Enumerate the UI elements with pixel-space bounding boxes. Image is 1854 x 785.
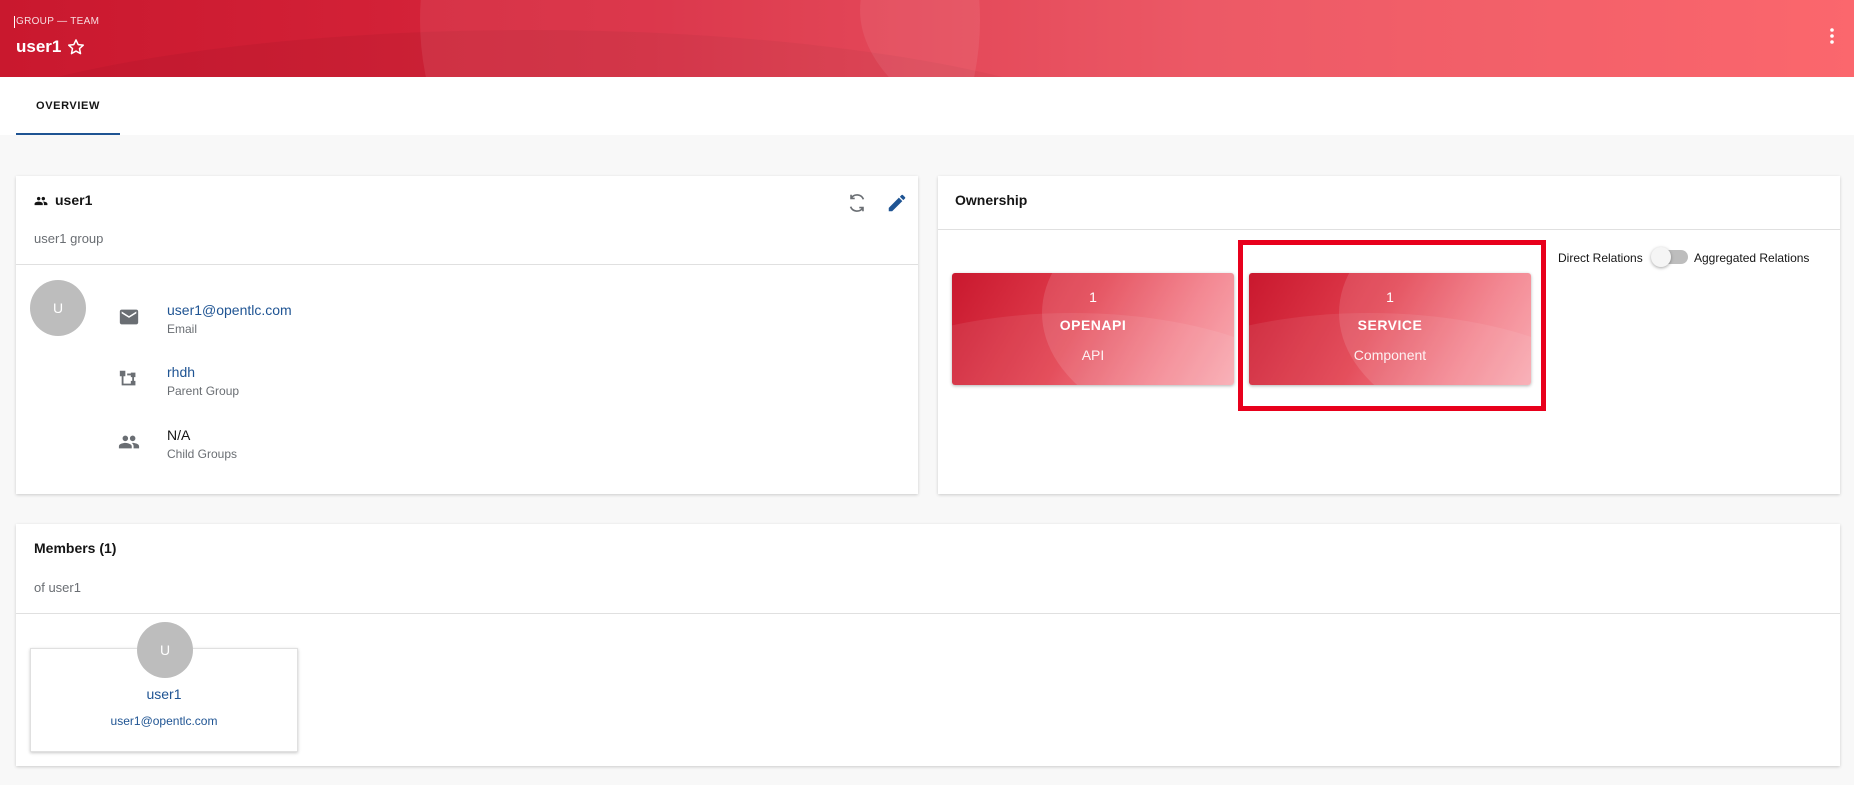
card-divider bbox=[938, 229, 1840, 230]
avatar: U bbox=[30, 280, 86, 336]
entity-kind-label: GROUP — TEAM bbox=[13, 16, 100, 28]
member-email-link[interactable]: user1@opentlc.com bbox=[30, 714, 298, 728]
page-title: user1 bbox=[16, 37, 62, 56]
card-divider bbox=[16, 264, 918, 265]
tab-bar: OVERVIEW bbox=[0, 77, 1854, 135]
direct-relations-label: Direct Relations bbox=[1558, 251, 1643, 265]
highlight-box bbox=[1238, 240, 1546, 411]
tab-overview[interactable]: OVERVIEW bbox=[16, 77, 120, 135]
ownership-kind: API bbox=[1081, 347, 1105, 363]
email-label: Email bbox=[167, 322, 198, 336]
about-card-subtitle: user1 group bbox=[34, 231, 104, 246]
about-card: user1 user1 group U user1@opentlc.com Em… bbox=[16, 176, 918, 494]
members-card-title: Members (1) bbox=[34, 540, 117, 556]
child-groups-label: Child Groups bbox=[167, 447, 238, 461]
group-icon bbox=[118, 435, 140, 449]
relations-toggle-knob[interactable] bbox=[1651, 247, 1671, 267]
card-divider bbox=[16, 613, 1840, 614]
ownership-type: OPENAPI bbox=[1059, 317, 1127, 333]
ownership-card-title: Ownership bbox=[955, 192, 1028, 208]
ownership-count: 1 bbox=[1089, 289, 1097, 305]
more-vertical-icon[interactable] bbox=[1824, 26, 1840, 46]
refresh-icon[interactable] bbox=[846, 192, 868, 214]
edit-icon[interactable] bbox=[886, 192, 908, 214]
about-card-title: user1 bbox=[55, 192, 93, 208]
hierarchy-icon bbox=[119, 370, 136, 386]
page-header: GROUP — TEAM user1 bbox=[0, 0, 1854, 77]
avatar: U bbox=[137, 622, 193, 678]
active-tab-indicator bbox=[16, 133, 120, 135]
email-icon bbox=[119, 309, 139, 325]
group-icon bbox=[34, 196, 48, 206]
parent-group-link[interactable]: rhdh bbox=[167, 364, 195, 380]
parent-group-label: Parent Group bbox=[167, 384, 240, 398]
aggregated-relations-label: Aggregated Relations bbox=[1694, 251, 1810, 265]
header-decoration bbox=[860, 0, 1854, 77]
members-card-subtitle: of user1 bbox=[34, 580, 81, 595]
members-card: Members (1) of user1 U user1 user1@opent… bbox=[16, 524, 1840, 766]
ownership-tile-openapi[interactable]: 1 OPENAPI API bbox=[952, 273, 1234, 385]
email-link[interactable]: user1@opentlc.com bbox=[167, 302, 292, 318]
child-groups-value: N/A bbox=[167, 427, 191, 443]
star-icon[interactable] bbox=[66, 37, 86, 57]
member-name-link[interactable]: user1 bbox=[30, 686, 298, 702]
